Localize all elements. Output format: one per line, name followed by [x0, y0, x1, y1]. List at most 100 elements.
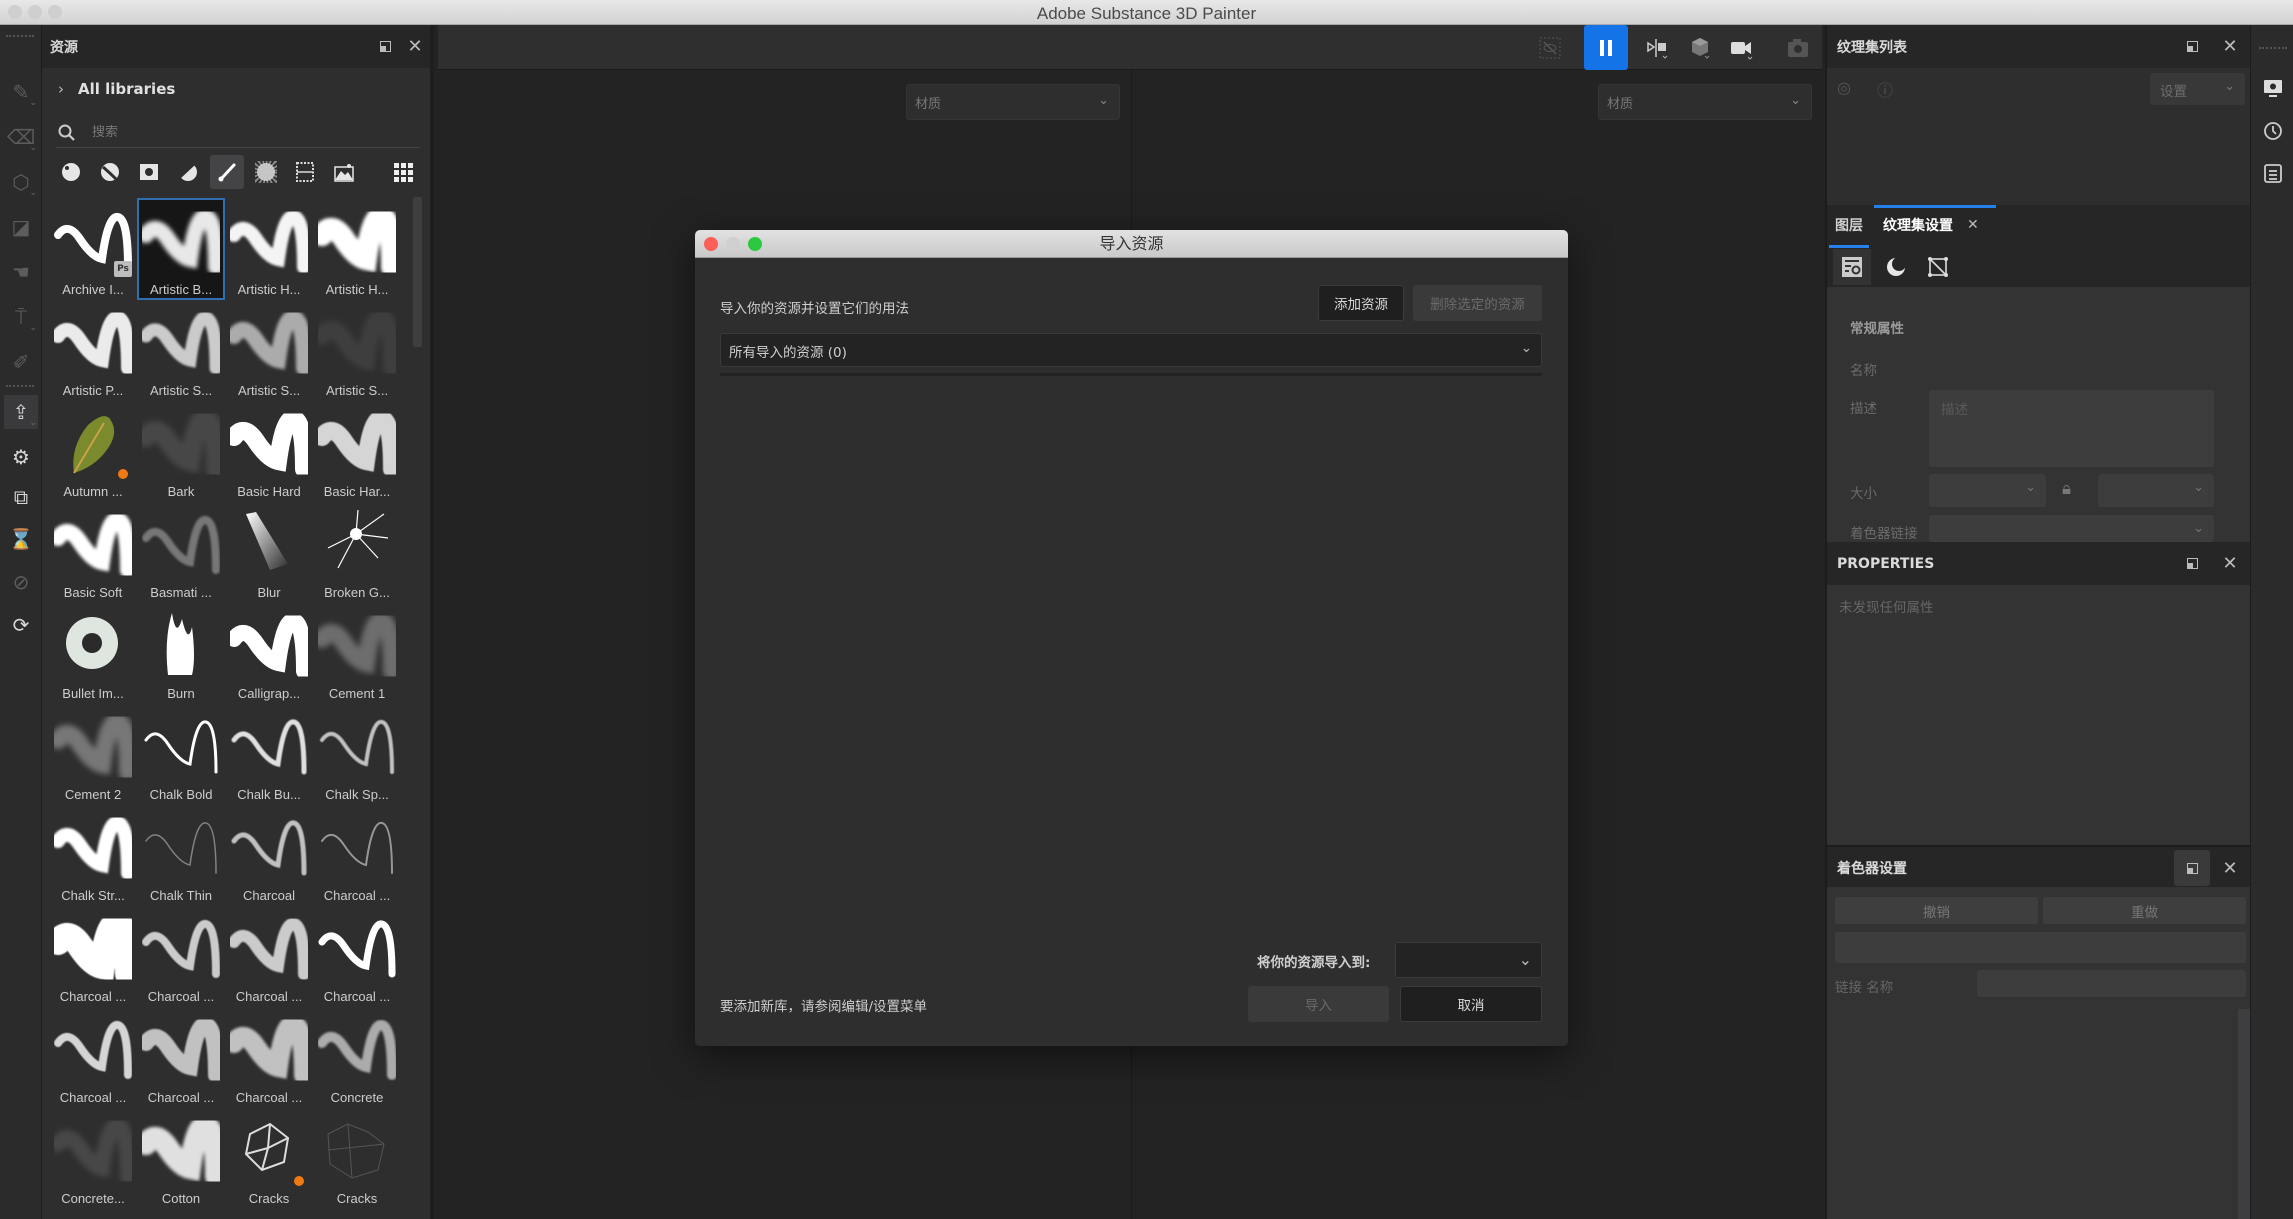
float-panel-button[interactable] [2177, 542, 2207, 585]
import-destination-dropdown[interactable]: ⌄ [1395, 942, 1542, 978]
asset-item[interactable]: Charcoal ... [50, 1007, 136, 1107]
float-panel-button[interactable] [370, 25, 400, 68]
float-panel-button[interactable] [2177, 25, 2207, 68]
dialog-minimize-button[interactable] [726, 237, 740, 251]
asset-item[interactable]: Chalk Bold [138, 704, 224, 804]
drag-grip[interactable] [6, 385, 34, 389]
asset-item[interactable]: Basmati ... [138, 502, 224, 602]
asset-item[interactable]: Charcoal ... [138, 1007, 224, 1107]
close-panel-button[interactable]: ✕ [2215, 847, 2245, 890]
asset-item[interactable]: Calligrap... [226, 603, 312, 703]
imported-resources-list[interactable] [720, 378, 1542, 928]
tool-paint-brush[interactable]: ✎ ⌄ [4, 75, 38, 109]
tool-uv-disabled[interactable]: ⊘ [4, 565, 38, 599]
subtab-mesh-maps[interactable] [1877, 249, 1915, 285]
asset-item[interactable]: Artistic S... [314, 300, 400, 400]
shader-scrollbar[interactable] [2238, 1009, 2250, 1219]
tool-substance[interactable]: ⚙ [4, 440, 38, 474]
screenshot-button[interactable] [1778, 25, 1818, 70]
dialog-zoom-button[interactable] [748, 237, 762, 251]
tool-refresh-doc[interactable]: ⟳ [4, 608, 38, 642]
asset-item[interactable]: Charcoal ... [138, 906, 224, 1006]
asset-item[interactable]: Cotton [138, 1108, 224, 1208]
asset-item[interactable]: Cement 2 [50, 704, 136, 804]
shader-link-dropdown[interactable]: ⌄ [1929, 515, 2214, 542]
asset-item[interactable]: Charcoal [226, 805, 312, 905]
filter-grid-view[interactable] [386, 155, 420, 189]
size-height-dropdown[interactable]: ⌄ [2098, 474, 2214, 507]
asset-item[interactable]: Artistic H... [226, 199, 312, 299]
filter-smart-material[interactable] [93, 155, 127, 189]
viewport-2d-channel-dropdown[interactable]: 材质 ⌄ [1598, 84, 1812, 120]
filter-brush[interactable] [210, 155, 244, 189]
asset-item[interactable]: Basic Har... [314, 401, 400, 501]
display-mode-button[interactable] [1680, 25, 1720, 70]
tool-color-picker[interactable]: ✐ [4, 345, 38, 379]
search-input[interactable] [92, 125, 382, 140]
drag-grip[interactable] [2259, 47, 2287, 51]
asset-item[interactable]: Charcoal ... [314, 906, 400, 1006]
float-panel-button[interactable] [2174, 850, 2210, 886]
tool-clone-stamp[interactable]: ⍑ ⌄ [4, 300, 38, 334]
subtab-general-settings[interactable] [1833, 249, 1871, 285]
undo-button[interactable]: 撤销 [1835, 897, 2038, 924]
shader-selector[interactable] [1835, 932, 2246, 963]
asset-item[interactable]: Chalk Bu... [226, 704, 312, 804]
close-panel-button[interactable]: ✕ [2215, 25, 2245, 68]
filter-mask[interactable] [132, 155, 166, 189]
asset-item[interactable]: Broken G... [314, 502, 400, 602]
asset-item[interactable]: Bullet Im... [50, 603, 136, 703]
asset-item[interactable]: Basic Hard [226, 401, 312, 501]
asset-item[interactable]: Charcoal ... [314, 805, 400, 905]
tool-smudge[interactable]: ☚ [4, 255, 38, 289]
library-selector[interactable]: › All libraries [58, 80, 175, 98]
description-field[interactable]: 描述 [1929, 390, 2214, 467]
asset-item[interactable]: Artistic P... [50, 300, 136, 400]
asset-item[interactable]: Ps Archive I... [50, 199, 136, 299]
asset-item[interactable]: Chalk Sp... [314, 704, 400, 804]
hide-selection-button[interactable] [1530, 25, 1570, 70]
filter-texture[interactable] [288, 155, 322, 189]
tab-texture-set-settings[interactable]: 纹理集设置 [1883, 205, 1953, 245]
tool-export[interactable]: ⇪ ⌄ [4, 395, 38, 429]
dialog-close-button[interactable] [704, 237, 718, 251]
link-name-field[interactable] [1977, 970, 2246, 997]
cancel-button[interactable]: 取消 [1400, 986, 1542, 1022]
asset-item[interactable]: Basic Soft [50, 502, 136, 602]
asset-item[interactable]: Cement 1 [314, 603, 400, 703]
asset-item[interactable]: Artistic S... [226, 300, 312, 400]
asset-item[interactable]: Burn [138, 603, 224, 703]
imported-resources-filter[interactable]: 所有导入的资源 (0) ⌄ [720, 333, 1542, 367]
filter-alpha[interactable] [249, 155, 283, 189]
texture-set-settings-dropdown[interactable]: 设置 ⌄ [2150, 73, 2245, 105]
tool-bake[interactable]: ⧉ [4, 480, 38, 514]
drag-grip[interactable] [6, 35, 34, 39]
remove-selected-button[interactable]: 删除选定的资源 [1413, 285, 1542, 321]
asset-item[interactable]: Concrete [314, 1007, 400, 1107]
asset-item[interactable]: Autumn ... [50, 401, 136, 501]
camera-button[interactable] [1722, 25, 1762, 70]
filter-environment[interactable] [327, 155, 361, 189]
add-resources-button[interactable]: 添加资源 [1318, 285, 1404, 321]
tool-eraser[interactable]: ⌫ ⌄ [4, 120, 38, 154]
visibility-toggle-icon[interactable]: ◎ [1837, 78, 1851, 97]
filter-material[interactable] [54, 155, 88, 189]
asset-item[interactable]: Concrete... [50, 1108, 136, 1208]
asset-item[interactable]: Blur [226, 502, 312, 602]
asset-item[interactable]: Bark [138, 401, 224, 501]
asset-item[interactable]: Chalk Str... [50, 805, 136, 905]
asset-item[interactable]: Charcoal ... [226, 1007, 312, 1107]
asset-item[interactable]: Cracks [314, 1108, 400, 1208]
info-icon[interactable]: ⓘ [1877, 77, 1893, 101]
asset-item[interactable]: Cracks [226, 1108, 312, 1208]
filter-smart-mask[interactable] [171, 155, 205, 189]
split-view-button[interactable] [1638, 25, 1678, 70]
pause-button[interactable] [1584, 25, 1628, 70]
close-panel-button[interactable]: ✕ [400, 25, 430, 68]
size-width-dropdown[interactable]: ⌄ [1929, 474, 2046, 507]
display-settings-button[interactable] [2259, 75, 2287, 103]
tab-layers[interactable]: 图层 [1835, 205, 1863, 245]
viewport-3d-channel-dropdown[interactable]: 材质 ⌄ [906, 84, 1120, 120]
redo-button[interactable]: 重做 [2043, 897, 2246, 924]
asset-item[interactable]: Charcoal ... [226, 906, 312, 1006]
